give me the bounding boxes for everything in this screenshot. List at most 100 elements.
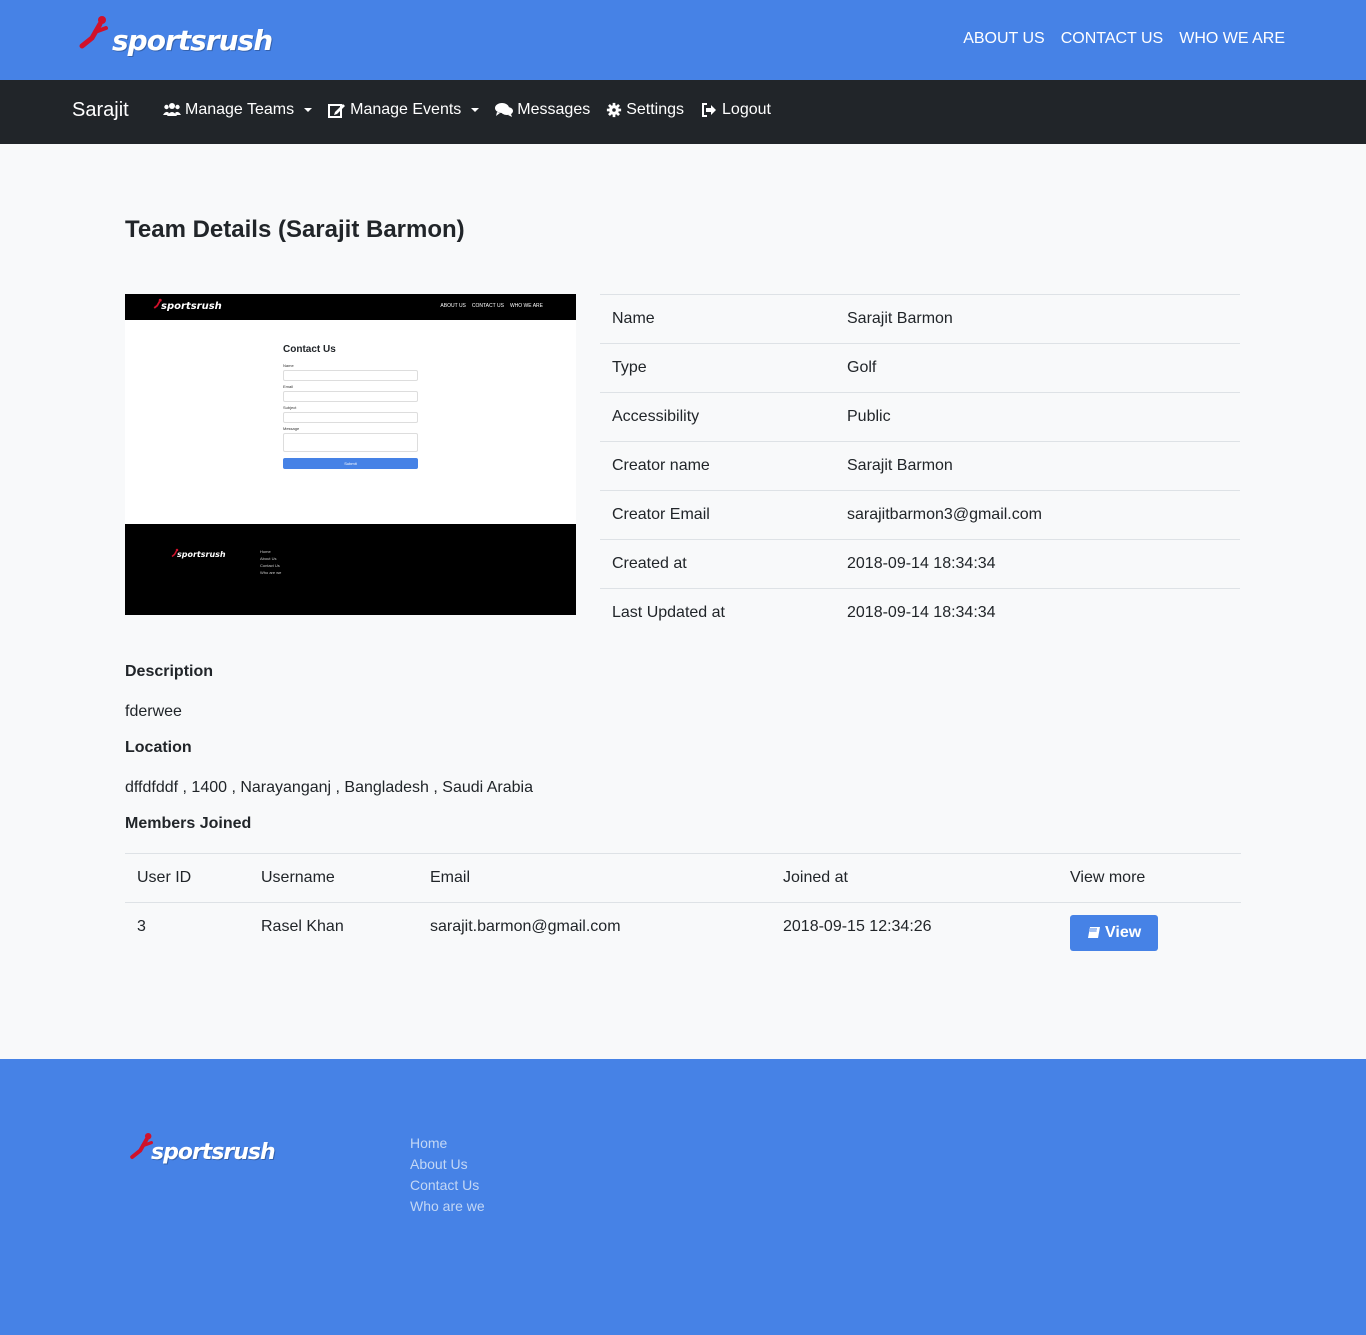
team-image-field — [283, 412, 418, 423]
team-image-textarea — [283, 433, 418, 452]
logo-text: sportsrush — [112, 24, 273, 57]
table-row: Creator Email sarajitbarmon3@gmail.com — [600, 490, 1240, 540]
logout-icon — [702, 103, 717, 117]
team-image-who-link: WHO WE ARE — [509, 303, 543, 309]
table-row: Creator name Sarajit Barmon — [600, 441, 1240, 491]
members-table: User ID Username Email Joined at View mo… — [125, 853, 1241, 952]
column-email: Email — [418, 853, 771, 903]
table-row: Last Updated at 2018-09-14 18:34:34 — [600, 588, 1240, 638]
description-heading: Description — [125, 663, 214, 680]
team-image-contact-form: Contact Us Name Email Subject Message Su… — [283, 344, 418, 469]
footer-links: Home About Us Contact Us Who are we — [410, 1133, 485, 1217]
member-user-id: 3 — [125, 902, 249, 952]
nav-manage-teams[interactable]: Manage Teams — [163, 101, 313, 119]
location-heading: Location — [125, 739, 192, 756]
view-member-button[interactable]: View — [1070, 915, 1159, 951]
edit-icon — [328, 104, 346, 118]
nav-manage-teams-label: Manage Teams — [185, 101, 295, 118]
detail-label: Creator Email — [600, 490, 847, 540]
team-image: sportsrush ABOUT US CONTACT US WHO WE AR… — [125, 294, 576, 615]
footer-logo[interactable]: sportsrush — [129, 1131, 279, 1171]
column-joined-at: Joined at — [771, 853, 1058, 903]
detail-value: 2018-09-14 18:34:34 — [847, 539, 1240, 589]
main-navbar: Sarajit Manage Teams Manage Events Messa… — [0, 80, 1366, 144]
team-image-field-label: Email — [283, 384, 294, 389]
team-image-contact-link: CONTACT US — [471, 303, 504, 309]
nav-logout-label: Logout — [722, 101, 771, 118]
team-image-form-title: Contact Us — [283, 344, 336, 355]
contact-us-link[interactable]: CONTACT US — [1061, 30, 1164, 48]
chevron-down-icon — [304, 108, 313, 112]
nav-settings[interactable]: Settings — [606, 101, 684, 119]
detail-label: Name — [600, 294, 847, 344]
team-details-table: Name Sarajit Barmon Type Golf Accessibil… — [600, 294, 1240, 638]
table-header-row: User ID Username Email Joined at View mo… — [125, 853, 1241, 903]
member-username: Rasel Khan — [249, 902, 418, 952]
detail-label: Created at — [600, 539, 847, 589]
column-user-id: User ID — [125, 853, 249, 903]
team-image-footer-link: Contact Us — [260, 563, 280, 568]
footer-about-link[interactable]: About Us — [410, 1154, 485, 1175]
team-image-about-link: ABOUT US — [440, 303, 466, 309]
footer: sportsrush Home About Us Contact Us Who … — [0, 1059, 1366, 1335]
team-image-top-links: ABOUT US CONTACT US WHO WE ARE — [440, 303, 543, 309]
team-image-field — [283, 391, 418, 402]
team-image-footer-links: Home About Us Contact Us Who are we — [260, 548, 281, 576]
page-title: Team Details (Sarajit Barmon) — [125, 216, 465, 243]
nav-settings-label: Settings — [626, 101, 685, 118]
table-row: Created at 2018-09-14 18:34:34 — [600, 539, 1240, 589]
members-heading: Members Joined — [125, 815, 252, 832]
footer-logo-text: sportsrush — [151, 1140, 276, 1165]
member-joined-at: 2018-09-15 12:34:26 — [771, 902, 1058, 952]
nav-manage-events[interactable]: Manage Events — [328, 101, 480, 119]
team-image-logo: sportsrush — [153, 298, 223, 316]
table-row: 3 Rasel Khan sarajit.barmon@gmail.com 20… — [125, 902, 1241, 952]
nav-menu: Manage Teams Manage Events Messages Sett… — [163, 101, 771, 119]
nav-messages[interactable]: Messages — [495, 101, 590, 119]
gear-icon — [607, 102, 622, 118]
users-icon — [163, 103, 181, 116]
team-image-field-label: Message — [283, 426, 300, 431]
detail-value: Sarajit Barmon — [847, 441, 1240, 491]
table-row: Accessibility Public — [600, 392, 1240, 442]
detail-label: Type — [600, 343, 847, 393]
footer-home-link[interactable]: Home — [410, 1133, 485, 1154]
nav-messages-label: Messages — [517, 101, 591, 118]
about-us-link[interactable]: ABOUT US — [963, 30, 1045, 48]
column-view-more: View more — [1058, 853, 1241, 903]
detail-value: Golf — [847, 343, 1240, 393]
team-image-field-label: Subject — [283, 405, 297, 410]
team-image-submit: Submit — [283, 458, 418, 469]
nav-logout[interactable]: Logout — [700, 101, 771, 119]
footer-contact-link[interactable]: Contact Us — [410, 1175, 485, 1196]
team-image-footer-link: Home — [260, 549, 271, 554]
description-text: fderwee — [125, 703, 182, 720]
top-header: sportsrush ABOUT US CONTACT US WHO WE AR… — [0, 0, 1366, 80]
chevron-down-icon — [471, 108, 480, 112]
who-we-are-link[interactable]: WHO WE ARE — [1179, 30, 1285, 48]
detail-value: sarajitbarmon3@gmail.com — [847, 490, 1240, 540]
footer-who-link[interactable]: Who are we — [410, 1196, 485, 1217]
top-links: ABOUT US CONTACT US WHO WE ARE — [963, 30, 1285, 48]
column-username: Username — [249, 853, 418, 903]
table-row: Type Golf — [600, 343, 1240, 393]
book-icon — [1088, 927, 1100, 938]
detail-value: Sarajit Barmon — [847, 294, 1240, 344]
member-actions: View — [1058, 902, 1241, 952]
team-image-field-label: Name — [283, 363, 294, 368]
team-image-footer-logo: sportsrush — [171, 548, 231, 564]
team-image-footer-link: Who are we — [260, 570, 282, 575]
detail-value: 2018-09-14 18:34:34 — [847, 588, 1240, 638]
nav-manage-events-label: Manage Events — [350, 101, 462, 118]
location-text: dffdfddf , 1400 , Narayanganj , Banglade… — [125, 779, 533, 796]
team-image-header: sportsrush ABOUT US CONTACT US WHO WE AR… — [125, 294, 576, 320]
nav-user-name[interactable]: Sarajit — [72, 99, 129, 122]
team-image-field — [283, 370, 418, 381]
comments-icon — [495, 103, 514, 117]
team-image-footer: sportsrush Home About Us Contact Us Who … — [125, 524, 576, 615]
team-image-footer-logo-text: sportsrush — [177, 550, 226, 559]
team-image-logo-text: sportsrush — [161, 301, 222, 312]
table-row: Name Sarajit Barmon — [600, 294, 1240, 344]
team-image-footer-link: About Us — [260, 556, 277, 561]
sportsrush-logo[interactable]: sportsrush — [78, 14, 273, 64]
